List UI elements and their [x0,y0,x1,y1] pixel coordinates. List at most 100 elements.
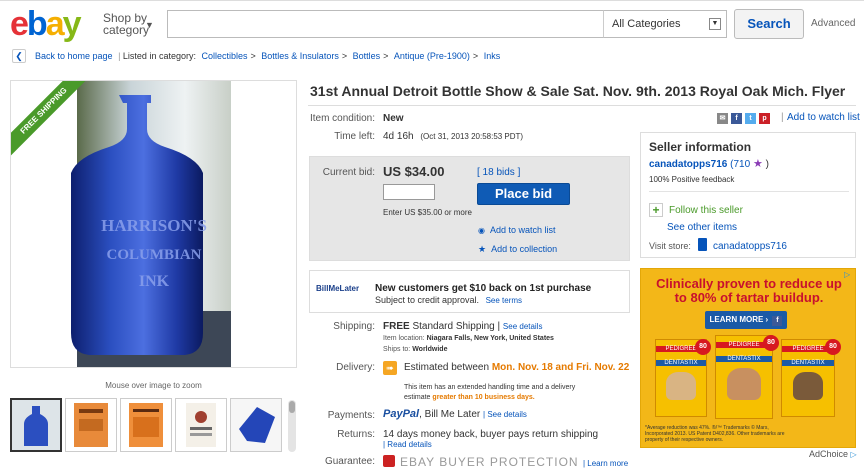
add-to-collection-label: Add to collection [491,244,558,254]
purple-star-icon: ★ [752,158,763,170]
bid-amount-input[interactable] [383,184,435,200]
ships-to-label: Ships to: [383,346,411,353]
separator: | [781,112,784,123]
current-bid-value: US $34.00 [383,164,445,179]
thumbnail-3[interactable] [120,398,172,452]
thumbnail-2[interactable] [65,398,117,452]
listing-title: 31st Annual Detroit Bottle Show & Sale S… [310,83,846,99]
billmelater-promo[interactable]: BillMeLater New customers get $10 back o… [309,270,630,313]
advanced-search-link[interactable]: Advanced [811,18,855,29]
category-select-value: All Categories [612,18,681,30]
billmelater-logo: BillMeLater [316,284,360,293]
zoom-hint: Mouse over image to zoom [105,381,202,390]
email-icon[interactable]: ✉ [717,113,728,125]
delivery-estimate: Estimated between Mon. Nov. 18 and Fri. … [404,362,629,373]
add-to-collection-link[interactable]: ★ Add to collection [478,244,557,255]
header: ebay Shop by category ▼ All Categories ▼… [0,0,864,44]
eye-icon: ◉ [478,226,485,235]
seller-close-paren: ) [765,159,769,170]
advertisement[interactable]: ▷ Clinically proven to reduce up to 80% … [640,268,856,448]
follow-seller-link[interactable]: Follow this seller [669,205,743,216]
bid-add-to-watch-link[interactable]: ◉ Add to watch list [478,225,556,235]
chevron-down-icon: ▼ [145,20,154,30]
payments-label: Payments: [327,410,375,421]
facebook-icon[interactable]: f [731,113,742,125]
category-select[interactable]: All Categories ▼ [603,10,727,38]
breadcrumb-collectibles[interactable]: Collectibles [201,51,247,61]
logo-letter: b [26,5,48,43]
twitter-icon[interactable]: t [745,113,756,125]
logo-letter: a [45,5,65,43]
seller-info-heading: Seller information [649,140,752,154]
share-icons: ✉ f t p [717,111,773,125]
listed-in-label: Listed in category: [122,51,196,61]
returns-value: 14 days money back, buyer pays return sh… [383,429,599,440]
time-left-value: 4d 16h [383,131,414,142]
bottle-image: HARRISON'S COLUMBIAN INK [71,81,231,367]
ad-learn-more-button[interactable]: LEARN MORE › f [705,311,787,329]
logo-letter: y [62,5,82,43]
thumbnail-1[interactable] [10,398,62,452]
add-to-watch-list-link[interactable]: Add to watch list [787,112,860,123]
billmelater-headline: New customers get $10 back on 1st purcha… [375,283,592,294]
paypal-logo: PayPal [383,408,420,420]
dog-image [793,372,823,400]
delivery-note-estimate: estimate [404,394,431,401]
shop-by-category[interactable]: Shop by category ▼ [103,12,154,37]
payments-see-details-link[interactable]: | See details [483,410,527,419]
guarantee-value: EBAY BUYER PROTECTION | Learn more [400,455,628,469]
billmelater-sub-text: Subject to credit approval. [375,295,480,305]
seller-info-panel: Seller information canadatopps716 (710 ★… [640,132,856,258]
back-to-home-link[interactable]: Back to home page [35,51,113,61]
delivery-note-line1: This item has an extended handling time … [404,384,576,391]
returns-read-details-link[interactable]: | Read details [383,440,432,449]
thumbnail-scrollbar[interactable] [288,400,296,452]
breadcrumb-bottles[interactable]: Bottles [353,51,381,61]
adchoice-link[interactable]: AdChoice ▷ [809,449,857,459]
breadcrumb-antique[interactable]: Antique (Pre-1900) [394,51,470,61]
thumbnail-strip [10,398,300,453]
bid-add-to-watch-label: Add to watch list [489,225,556,235]
thumbnail-5[interactable] [230,398,282,452]
ad-fine-print: *Average reduction was 47%. ®/™ Trademar… [645,425,785,443]
bottle-text-line2: COLUMBIAN [106,247,201,263]
delivery-note-line2: estimate greater than 10 business days. [404,394,535,401]
star-icon: ★ [478,244,487,254]
store-name-link[interactable]: canadatopps716 [713,241,787,252]
shipping-value: FREE Standard Shipping | See details [383,321,543,332]
seller-name-link[interactable]: canadatopps716 [649,159,727,170]
ad-facebook-icon: f [772,316,783,326]
breadcrumb-bottles-insulators[interactable]: Bottles & Insulators [261,51,339,61]
ad-badge-3: 80 [825,339,841,355]
payments-value: PayPal, Bill Me Later | See details [383,408,527,420]
logo-letter: e [10,5,29,43]
seller-divider [649,191,849,192]
time-left-label: Time left: [334,131,375,142]
ships-to-value: Worldwide [412,346,448,353]
category-label: category [103,23,150,37]
ad-product: DENTASTIX [782,360,834,366]
item-location-label: Item location: [383,335,425,342]
thumbnail-4[interactable] [175,398,227,452]
seller-feedback-count[interactable]: (710 [730,159,750,170]
see-terms-link[interactable]: See terms [486,296,522,305]
search-button[interactable]: Search [734,9,804,39]
delivery-note-highlight: greater than 10 business days. [432,394,535,401]
guarantee-learn-more-link[interactable]: | Learn more [583,459,628,468]
shipping-see-details-link[interactable]: See details [503,322,543,331]
bids-count-link[interactable]: [ 18 bids ] [477,167,520,178]
ad-product: DENTASTIX [656,360,706,366]
scroll-thumb[interactable] [289,401,295,413]
billmelater-sub: Subject to credit approval. See terms [375,295,522,305]
place-bid-button[interactable]: Place bid [477,183,570,205]
breadcrumb-inks[interactable]: Inks [484,51,501,61]
guarantee-label: Guarantee: [324,456,375,467]
plus-icon[interactable]: + [649,203,663,217]
shipping-standard: Standard Shipping | [412,321,501,332]
main-product-image[interactable]: HARRISON'S COLUMBIAN INK FREE SHIPPING [10,80,297,368]
ebay-logo[interactable]: ebay [10,5,82,44]
see-other-items-link[interactable]: See other items [667,222,737,233]
ad-product: DENTASTIX [716,356,772,362]
back-arrow-icon[interactable]: ❮ [12,49,26,63]
pinterest-icon[interactable]: p [759,113,770,125]
